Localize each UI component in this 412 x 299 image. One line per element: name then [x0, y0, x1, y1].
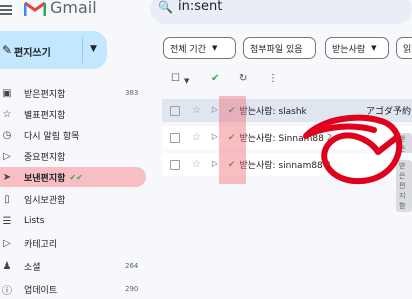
chevron-down-icon: ▼ [211, 44, 218, 52]
star-icon[interactable]: ☆ [192, 105, 201, 116]
red-highlight-overlay [219, 96, 246, 184]
sidebar-item-important[interactable]: ▷ 중요편지함 [0, 146, 146, 166]
sidebar-item-label: 임시보관함 [24, 195, 66, 206]
filter-chip[interactable]: 받는사람 ▼ [325, 37, 389, 59]
star-icon[interactable]: ☆ [192, 132, 201, 143]
unread-count: 290 [125, 285, 139, 293]
list-icon: ☰ [2, 215, 12, 227]
filter-chip[interactable]: 첨부파일 있음 [243, 37, 316, 59]
more-options-icon[interactable]: ⋮ [268, 73, 278, 84]
filter-chip[interactable]: 읽 [396, 37, 412, 59]
sidebar-item-label: 소셜 [24, 262, 41, 273]
pencil-icon: ✎ [2, 43, 13, 57]
refresh-icon[interactable]: ↻ [239, 73, 247, 84]
sidebar-item-label: 별표편지함 [24, 110, 66, 121]
filter-chip-label: 첨부파일 있음 [250, 44, 303, 55]
unread-count: 264 [125, 262, 139, 270]
unread-count: 383 [125, 89, 139, 97]
filter-chip-label: 전체 기간 [170, 44, 206, 55]
draft-icon: ▯ [4, 193, 10, 205]
chevron-down-icon[interactable]: ▼ [90, 44, 97, 54]
search-input[interactable]: in:sent [178, 0, 222, 14]
compose-divider [82, 37, 83, 63]
sidebar-item-social[interactable]: ♟ 소셜 264 [0, 256, 146, 276]
sidebar-item-label: 중요편지함 [24, 152, 66, 163]
clock-icon: ◷ [2, 129, 12, 141]
star-icon: ☆ [2, 108, 12, 120]
double-check-icon: ✔ [211, 73, 220, 84]
sidebar-item-draft[interactable]: ▯ 임시보관함 [0, 189, 146, 209]
select-all-checkbox[interactable]: ☐ [171, 73, 180, 84]
sidebar-item-star[interactable]: ☆ 별표편지함 [0, 104, 146, 124]
main-menu-icon[interactable] [0, 3, 12, 15]
important-icon: ▷ [3, 150, 11, 162]
row-checkbox[interactable] [170, 159, 180, 170]
select-dropdown-icon[interactable]: ▼ [184, 77, 189, 85]
sidebar-item-label: Lists [24, 216, 45, 226]
sidebar-item-label: 업데이트 [24, 285, 58, 296]
chevron-down-icon: ▼ [371, 44, 377, 52]
sidebar-item-label[interactable]: ▷ 카테고리 [0, 233, 146, 253]
sidebar-item-update[interactable]: ⓘ 업데이트 290 [0, 279, 146, 299]
search-icon[interactable]: 🔍 [158, 0, 173, 14]
compose-label: 편지쓰기 [14, 48, 51, 59]
important-icon[interactable]: ᐅ [211, 160, 218, 170]
update-icon: ⓘ [2, 285, 12, 297]
social-icon: ♟ [2, 260, 12, 272]
recipient-name: 받는사람: slashk [239, 107, 307, 117]
sidebar-item-label: 다시 알림 항목 [24, 131, 80, 142]
send-icon: ➤ [2, 171, 12, 183]
sidebar-item-send[interactable]: ➤ 보낸편지함 ✔✔ [0, 167, 146, 187]
double-check-icon: ✔✔ [69, 172, 83, 182]
filter-chip[interactable]: 전체 기간 ▼ [163, 37, 236, 59]
filter-chip-label: 읽 [403, 44, 412, 55]
filter-chip-label: 받는사람 [332, 44, 366, 55]
row-checkbox[interactable] [170, 132, 180, 143]
sidebar-item-list[interactable]: ☰ Lists [0, 211, 146, 231]
row-checkbox[interactable] [170, 105, 180, 116]
gmail-m-icon [24, 1, 46, 16]
sidebar-item-label: 카테고리 [24, 239, 58, 250]
sidebar-item-label: 보낸편지함 [24, 173, 66, 184]
label-icon: ▷ [3, 237, 11, 249]
sidebar-item-label: 받은편지함 [24, 89, 66, 100]
red-scribble-annotation [303, 114, 403, 185]
sidebar-item-clock[interactable]: ◷ 다시 알림 항목 [0, 125, 146, 145]
important-icon[interactable]: ᐅ [211, 106, 218, 116]
gmail-logo[interactable]: Gmail [24, 0, 97, 17]
app-name: Gmail [50, 0, 97, 17]
important-icon[interactable]: ᐅ [211, 133, 218, 143]
inbox-icon: ▣ [2, 87, 12, 99]
star-icon[interactable]: ☆ [192, 159, 201, 170]
sidebar-item-inbox[interactable]: ▣ 받은편지함 383 [0, 83, 146, 103]
